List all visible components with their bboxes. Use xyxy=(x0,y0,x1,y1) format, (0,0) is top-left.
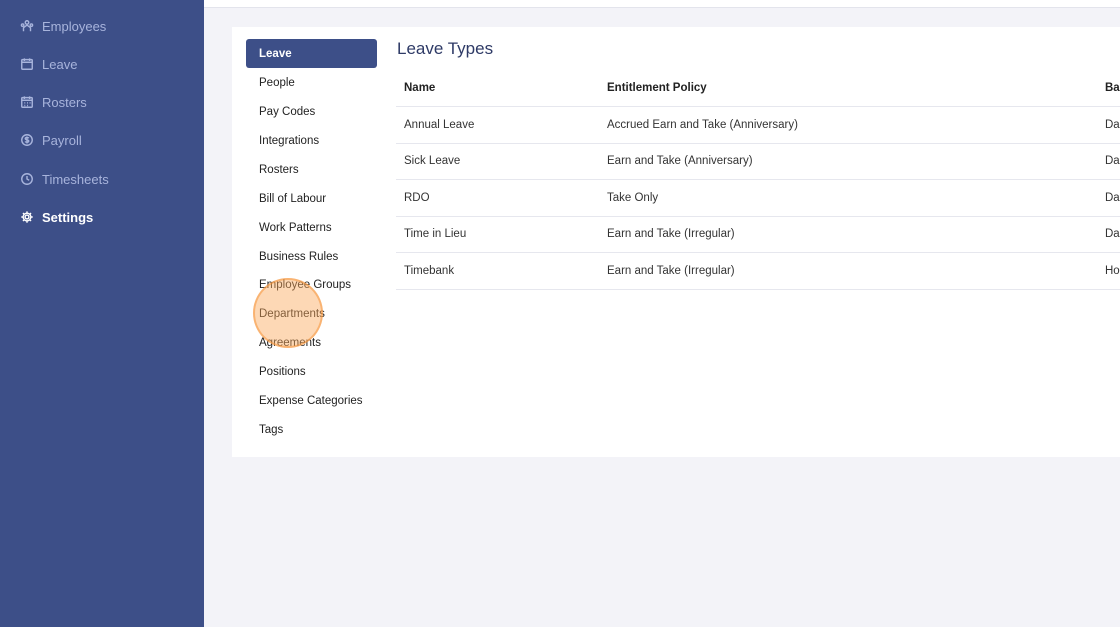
sidebar-item-label: Rosters xyxy=(42,94,87,110)
subnav-item-work-patterns[interactable]: Work Patterns xyxy=(246,213,377,242)
sidebar-item-label: Payroll xyxy=(42,132,82,148)
cell-balance: Da xyxy=(1105,191,1120,204)
employees-icon xyxy=(20,19,34,33)
sidebar-item-leave[interactable]: Leave xyxy=(20,53,77,75)
page-title: Leave Types xyxy=(397,39,494,58)
cell-name: RDO xyxy=(404,191,430,204)
cell-name: Timebank xyxy=(404,264,455,277)
sidebar-item-label: Timesheets xyxy=(42,171,109,187)
subnav-item-departments[interactable]: Departments xyxy=(246,299,377,328)
cell-balance: Ho xyxy=(1105,264,1120,277)
settings-panel: Leave People Pay Codes Integrations Rost… xyxy=(232,27,1120,457)
cell-entitlement-policy: Earn and Take (Irregular) xyxy=(607,228,735,241)
column-header-entitlement-policy[interactable]: Entitlement Policy xyxy=(607,70,707,106)
subnav-item-positions[interactable]: Positions xyxy=(246,357,377,386)
subnav-item-business-rules[interactable]: Business Rules xyxy=(246,242,377,271)
sidebar-item-payroll[interactable]: Payroll xyxy=(20,129,82,151)
calendar-icon xyxy=(20,57,34,71)
subnav-item-employee-groups[interactable]: Employee Groups xyxy=(246,270,377,299)
table-row[interactable]: Timebank Earn and Take (Irregular) Ho xyxy=(396,253,1120,290)
sidebar-item-rosters[interactable]: Rosters xyxy=(20,91,87,113)
sidebar-item-employees[interactable]: Employees xyxy=(20,15,106,37)
subnav-item-rosters[interactable]: Rosters xyxy=(246,155,377,184)
table-row[interactable]: Time in Lieu Earn and Take (Irregular) D… xyxy=(396,217,1120,253)
subnav-item-bill-of-labour[interactable]: Bill of Labour xyxy=(246,184,377,213)
subnav-item-integrations[interactable]: Integrations xyxy=(246,126,377,155)
table-header-row: Name Entitlement Policy Ba xyxy=(396,70,1120,107)
sidebar-item-settings[interactable]: Settings xyxy=(20,206,93,228)
gear-icon xyxy=(20,210,34,224)
subnav-item-agreements[interactable]: Agreements xyxy=(246,328,377,357)
cell-entitlement-policy: Earn and Take (Anniversary) xyxy=(607,155,753,168)
leave-types-table: Name Entitlement Policy Ba Annual Leave … xyxy=(396,70,1120,290)
sidebar: Employees Leave Rosters Payroll Timeshee… xyxy=(0,0,204,627)
sidebar-item-label: Employees xyxy=(42,18,107,34)
cell-balance: Da xyxy=(1105,118,1120,131)
subnav-item-leave[interactable]: Leave xyxy=(246,39,377,68)
cell-name: Annual Leave xyxy=(404,118,475,131)
cell-entitlement-policy: Take Only xyxy=(607,191,659,204)
sidebar-item-label: Leave xyxy=(42,56,78,72)
table-row[interactable]: RDO Take Only Da xyxy=(396,180,1120,217)
cell-balance: Da xyxy=(1105,228,1120,241)
table-row[interactable]: Annual Leave Accrued Earn and Take (Anni… xyxy=(396,107,1120,144)
clock-icon xyxy=(20,172,34,186)
subnav-item-pay-codes[interactable]: Pay Codes xyxy=(246,97,377,126)
cell-balance: Da xyxy=(1105,155,1120,168)
column-header-name[interactable]: Name xyxy=(404,70,435,106)
calendar-grid-icon xyxy=(20,95,34,109)
cell-entitlement-policy: Accrued Earn and Take (Anniversary) xyxy=(607,118,798,131)
sidebar-item-timesheets[interactable]: Timesheets xyxy=(20,168,109,190)
subnav-item-expense-categories[interactable]: Expense Categories xyxy=(246,386,377,415)
cell-name: Time in Lieu xyxy=(404,228,467,241)
sidebar-item-label: Settings xyxy=(42,209,94,225)
top-bar xyxy=(204,0,1120,8)
cell-entitlement-policy: Earn and Take (Irregular) xyxy=(607,264,735,277)
table-row[interactable]: Sick Leave Earn and Take (Anniversary) D… xyxy=(396,144,1120,180)
cell-name: Sick Leave xyxy=(404,155,461,168)
dollar-circle-icon xyxy=(20,133,34,147)
subnav-item-people[interactable]: People xyxy=(246,68,377,97)
column-header-balance[interactable]: Ba xyxy=(1105,70,1120,106)
subnav-item-tags[interactable]: Tags xyxy=(246,415,377,444)
